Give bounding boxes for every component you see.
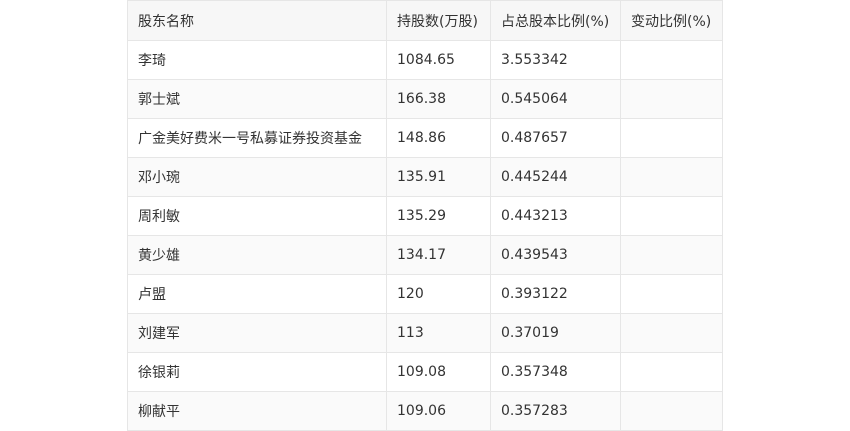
- cell-shareholder-name: 卢盟: [127, 274, 387, 314]
- cell-shareholder-name: 周利敏: [127, 196, 387, 236]
- cell-shares-held: 113: [386, 313, 491, 353]
- header-row: 股东名称 持股数(万股) 占总股本比例(%) 变动比例(%): [127, 0, 723, 41]
- table-row: 刘建军 113 0.37019: [127, 313, 723, 353]
- cell-shareholder-name: 黄少雄: [127, 235, 387, 275]
- cell-change-ratio: [620, 79, 723, 119]
- cell-shareholder-name: 郭士斌: [127, 79, 387, 119]
- cell-change-ratio: [620, 352, 723, 392]
- cell-change-ratio: [620, 391, 723, 431]
- cell-share-ratio: 0.393122: [490, 274, 621, 314]
- shareholder-table-container: 股东名称 持股数(万股) 占总股本比例(%) 变动比例(%) 李琦 1084.6…: [127, 0, 723, 431]
- cell-share-ratio: 0.37019: [490, 313, 621, 353]
- table-row: 李琦 1084.65 3.553342: [127, 40, 723, 80]
- cell-change-ratio: [620, 40, 723, 80]
- cell-share-ratio: 3.553342: [490, 40, 621, 80]
- cell-shareholder-name: 徐银莉: [127, 352, 387, 392]
- cell-shareholder-name: 刘建军: [127, 313, 387, 353]
- cell-shareholder-name: 李琦: [127, 40, 387, 80]
- table-row: 邓小琬 135.91 0.445244: [127, 157, 723, 197]
- cell-change-ratio: [620, 118, 723, 158]
- header-shareholder-name: 股东名称: [127, 0, 387, 41]
- cell-shares-held: 135.91: [386, 157, 491, 197]
- cell-share-ratio: 0.357348: [490, 352, 621, 392]
- cell-share-ratio: 0.545064: [490, 79, 621, 119]
- cell-shares-held: 134.17: [386, 235, 491, 275]
- cell-change-ratio: [620, 196, 723, 236]
- cell-change-ratio: [620, 157, 723, 197]
- cell-shares-held: 109.06: [386, 391, 491, 431]
- header-change-ratio: 变动比例(%): [620, 0, 723, 41]
- cell-shareholder-name: 柳献平: [127, 391, 387, 431]
- shareholder-table: 股东名称 持股数(万股) 占总股本比例(%) 变动比例(%) 李琦 1084.6…: [127, 0, 723, 431]
- table-row: 周利敏 135.29 0.443213: [127, 196, 723, 236]
- cell-shares-held: 109.08: [386, 352, 491, 392]
- table-row: 郭士斌 166.38 0.545064: [127, 79, 723, 119]
- cell-share-ratio: 0.445244: [490, 157, 621, 197]
- table-row: 广金美好费米一号私募证券投资基金 148.86 0.487657: [127, 118, 723, 158]
- cell-share-ratio: 0.443213: [490, 196, 621, 236]
- cell-change-ratio: [620, 235, 723, 275]
- cell-change-ratio: [620, 313, 723, 353]
- cell-share-ratio: 0.357283: [490, 391, 621, 431]
- cell-shareholder-name: 广金美好费米一号私募证券投资基金: [127, 118, 387, 158]
- table-row: 黄少雄 134.17 0.439543: [127, 235, 723, 275]
- cell-shares-held: 166.38: [386, 79, 491, 119]
- cell-shares-held: 148.86: [386, 118, 491, 158]
- table-row: 柳献平 109.06 0.357283: [127, 391, 723, 431]
- header-share-ratio: 占总股本比例(%): [490, 0, 621, 41]
- table-row: 徐银莉 109.08 0.357348: [127, 352, 723, 392]
- cell-shares-held: 1084.65: [386, 40, 491, 80]
- table-header: 股东名称 持股数(万股) 占总股本比例(%) 变动比例(%): [127, 0, 723, 41]
- table-body: 李琦 1084.65 3.553342 郭士斌 166.38 0.545064 …: [127, 40, 723, 431]
- cell-change-ratio: [620, 274, 723, 314]
- header-shares-held: 持股数(万股): [386, 0, 491, 41]
- cell-share-ratio: 0.487657: [490, 118, 621, 158]
- cell-shares-held: 135.29: [386, 196, 491, 236]
- cell-shareholder-name: 邓小琬: [127, 157, 387, 197]
- table-row: 卢盟 120 0.393122: [127, 274, 723, 314]
- cell-share-ratio: 0.439543: [490, 235, 621, 275]
- cell-shares-held: 120: [386, 274, 491, 314]
